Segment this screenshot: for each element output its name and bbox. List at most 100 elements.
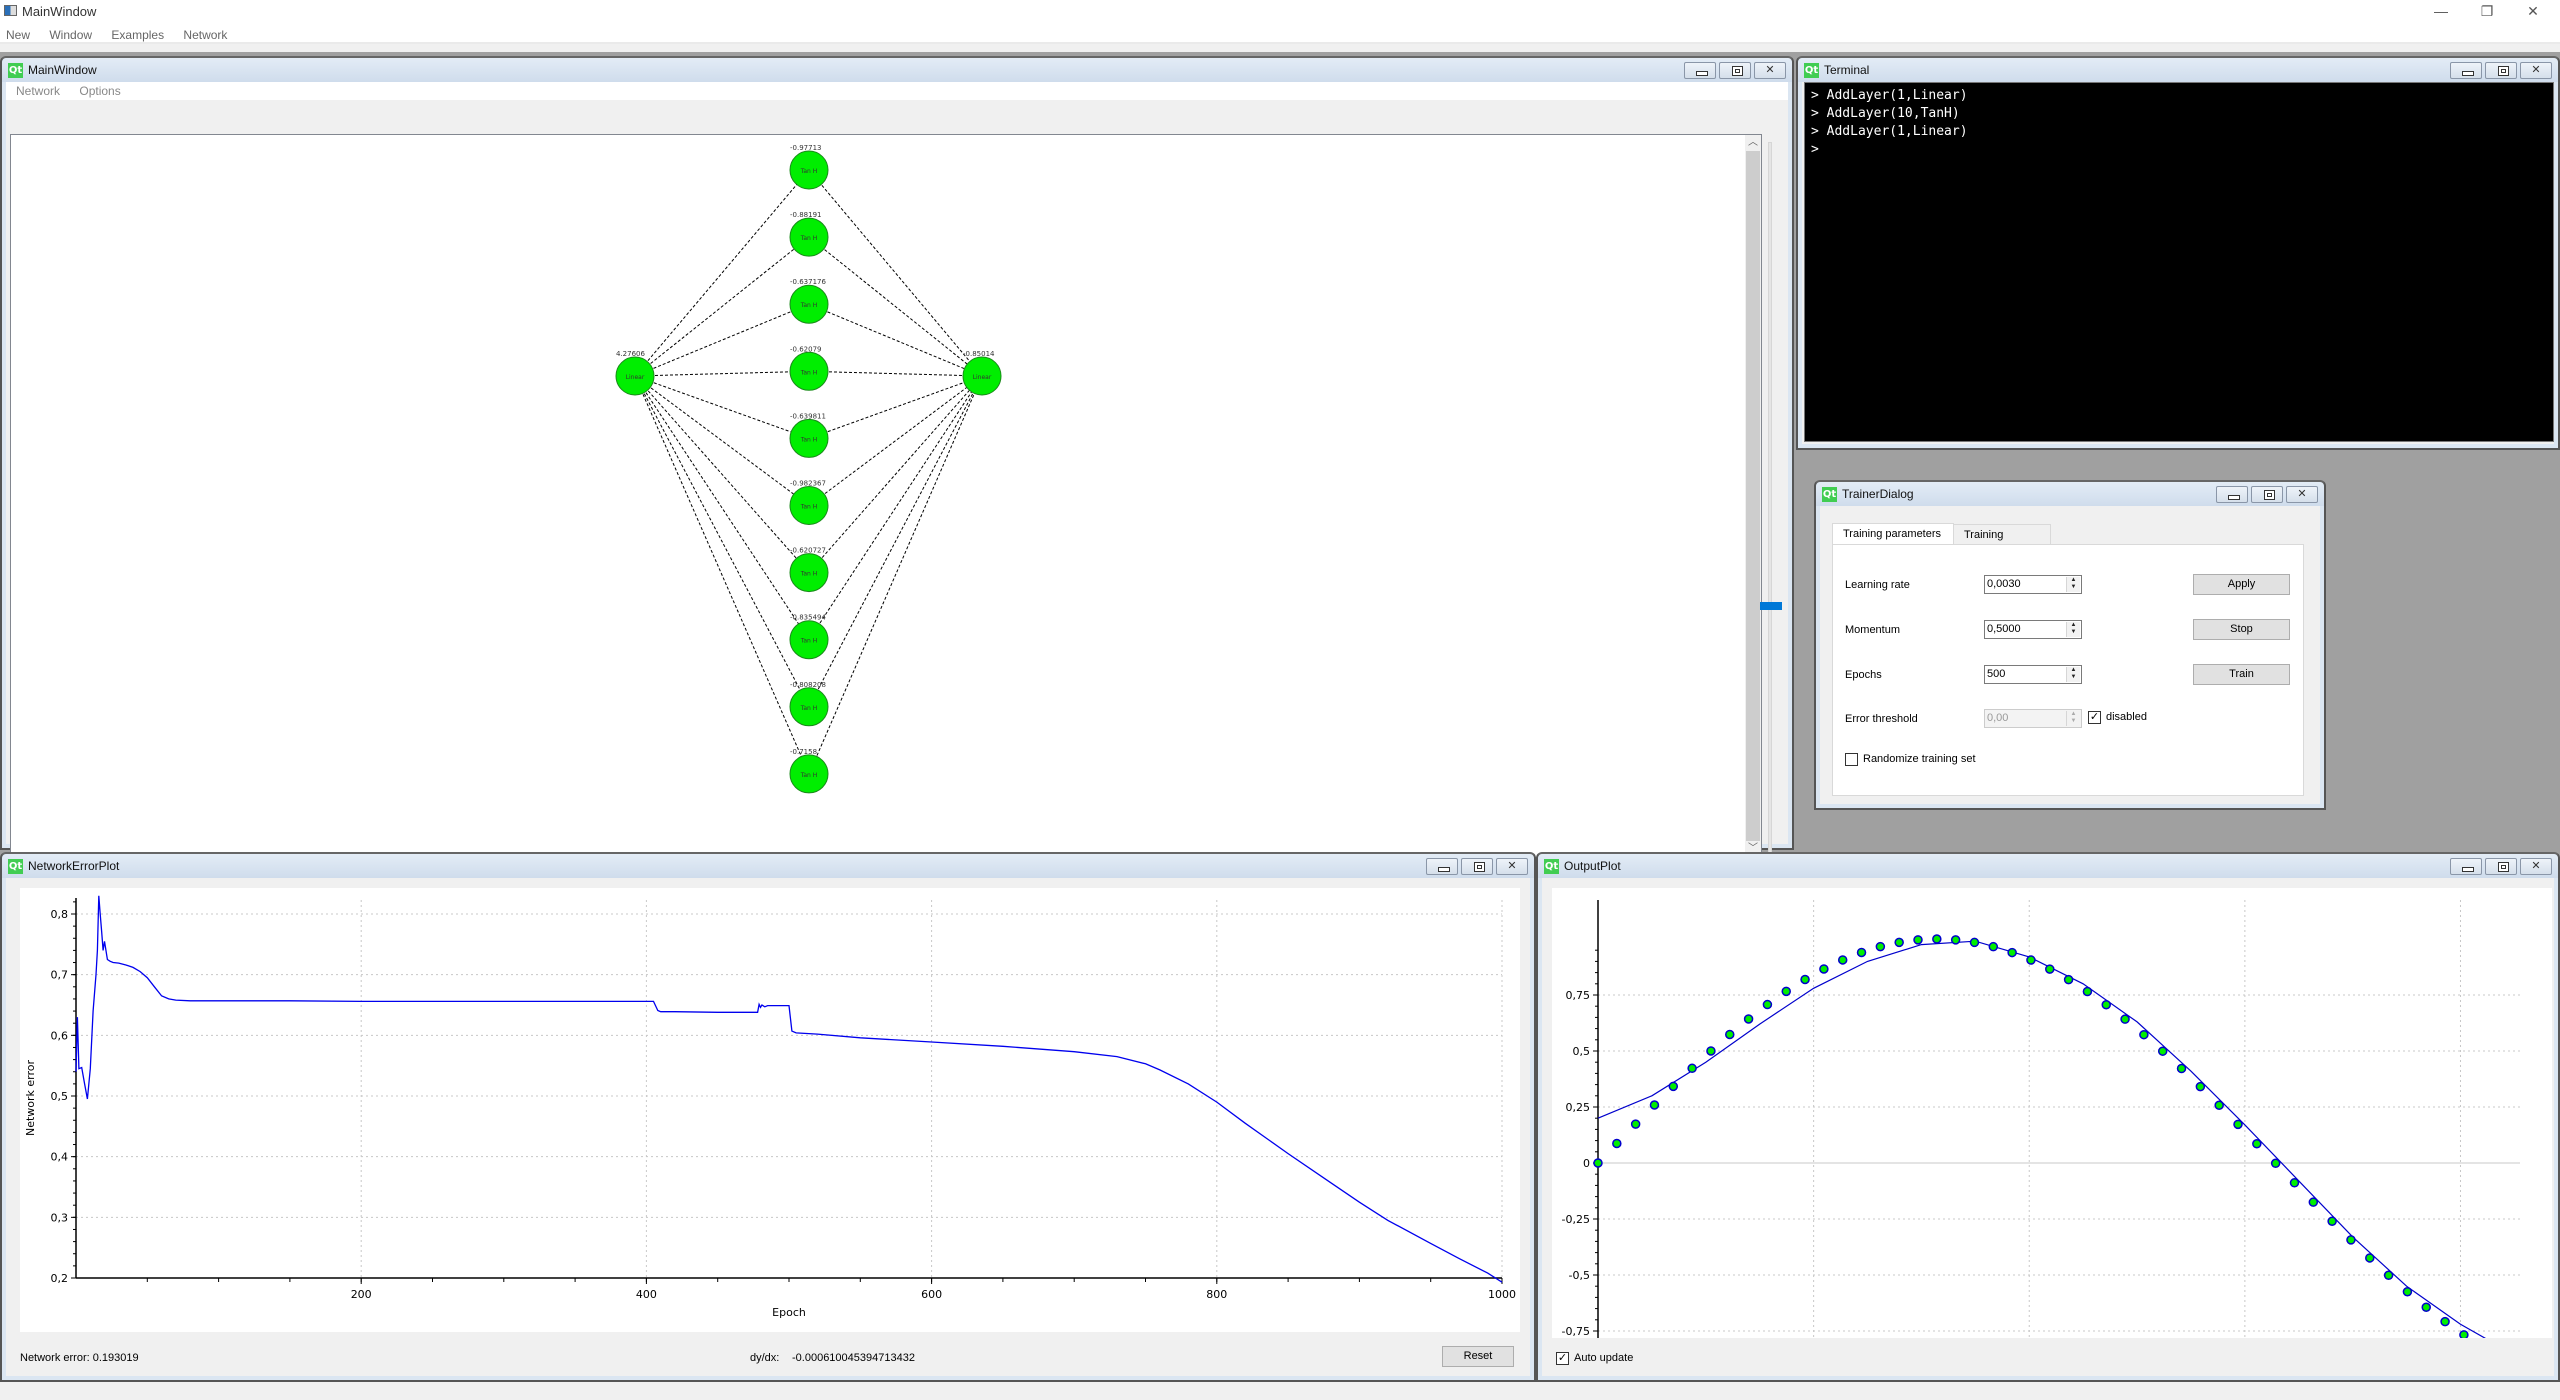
connection-edge (808, 169, 983, 377)
error-threshold-spinbox: 0,00 ▲ ▼ (1984, 709, 2082, 728)
y-tick-label: -0,75 (1562, 1325, 1590, 1338)
spin-down-icon[interactable]: ▼ (2067, 584, 2080, 591)
maximize-button[interactable] (2251, 486, 2283, 503)
close-window-button[interactable]: ✕ (2510, 0, 2556, 24)
vertical-scroll-thumb[interactable] (1746, 151, 1760, 841)
error-line (75, 895, 1503, 1283)
spin-up-icon[interactable]: ▲ (2067, 577, 2080, 584)
scroll-up-icon[interactable]: ︿ (1745, 135, 1761, 151)
minimize-button[interactable] (2450, 858, 2482, 875)
connection-edge (634, 375, 810, 573)
minimize-button[interactable] (1684, 62, 1716, 79)
hidden-neuron[interactable]: Tan H -0.835494 (789, 614, 829, 660)
terminal-console[interactable]: > AddLayer(1,Linear) > AddLayer(10,TanH)… (1804, 82, 2554, 442)
learning-rate-spinbox[interactable]: 0,0030 ▲ ▼ (1984, 575, 2082, 594)
hidden-neuron[interactable]: Tan H -0.62079 (789, 345, 829, 391)
disabled-checkbox[interactable]: ✓ (2088, 711, 2101, 724)
main-subwindow-titlebar[interactable]: Qt MainWindow ✕ (2, 58, 1792, 82)
hidden-neuron[interactable]: Tan H -0.88191 (789, 211, 829, 257)
close-button[interactable]: ✕ (1496, 858, 1528, 875)
randomize-training-set-checkbox[interactable] (1845, 753, 1858, 766)
menu-examples[interactable]: Examples (103, 26, 172, 44)
spin-up-icon[interactable]: ▲ (2067, 667, 2080, 674)
restore-window-button[interactable]: ❐ (2464, 0, 2510, 24)
reset-button[interactable]: Reset (1442, 1346, 1514, 1367)
training-point (2308, 1197, 2319, 1207)
hidden-neuron[interactable]: Tan H -0.637176 (789, 278, 829, 324)
epochs-spinbox[interactable]: 500 ▲ ▼ (1984, 665, 2082, 684)
training-point (1894, 937, 1904, 948)
neuron-activation-label: Tan H (800, 235, 818, 242)
maximize-button[interactable] (1461, 858, 1493, 875)
x-tick-label: 400 (636, 1288, 657, 1301)
y-tick-label: -0,25 (1562, 1213, 1590, 1226)
close-button[interactable]: ✕ (1754, 62, 1786, 79)
connection-edge (808, 375, 983, 640)
spin-down-icon[interactable]: ▼ (2067, 674, 2080, 681)
momentum-value: 0,5000 (1987, 623, 2021, 635)
y-tick-label: 0,25 (1566, 1101, 1591, 1114)
network-error-plot-titlebar[interactable]: Qt NetworkErrorPlot ✕ (2, 854, 1534, 878)
menu-network-inner[interactable]: Network (6, 82, 68, 100)
close-icon: ✕ (1765, 64, 1775, 76)
zoom-slider-handle[interactable] (1760, 602, 1782, 611)
terminal-prompt[interactable]: > (1811, 141, 2547, 159)
train-button[interactable]: Train (2193, 664, 2290, 685)
tab-training-parameters[interactable]: Training parameters (1832, 523, 1954, 544)
trainer-dialog-titlebar[interactable]: Qt TrainerDialog ✕ (1816, 482, 2324, 506)
menu-new[interactable]: New (0, 26, 38, 44)
close-button[interactable]: ✕ (2520, 62, 2552, 79)
app-title: MainWindow (22, 4, 97, 19)
y-tick-label: 0,8 (51, 908, 69, 921)
learning-rate-label: Learning rate (1845, 579, 1910, 591)
maximize-button[interactable] (1719, 62, 1751, 79)
network-graph-view[interactable]: Linear 4.27606 Tan H -0.97713 Tan H -0.88191 T… (10, 134, 1762, 874)
qt-logo-icon: Qt (1544, 859, 1559, 874)
vertical-scrollbar[interactable]: ︿ ﹀ (1745, 135, 1761, 857)
app-menubar: New Window Examples Network (0, 26, 2560, 44)
maximize-icon (1462, 859, 1492, 874)
menu-network[interactable]: Network (175, 26, 235, 44)
menu-window[interactable]: Window (41, 26, 100, 44)
apply-button[interactable]: Apply (2193, 574, 2290, 595)
hidden-neuron[interactable]: Tan H -0.620727 (789, 547, 829, 593)
zoom-slider[interactable] (1760, 142, 1782, 866)
connection-edge (808, 375, 983, 573)
output-plot-titlebar[interactable]: Qt OutputPlot ✕ (1538, 854, 2558, 878)
minimize-button[interactable] (2216, 486, 2248, 503)
spin-up-icon[interactable]: ▲ (2067, 622, 2080, 629)
hidden-neuron[interactable]: Tan H -0.982367 (789, 480, 829, 525)
momentum-spinbox[interactable]: 0,5000 ▲ ▼ (1984, 620, 2082, 639)
output-plot-canvas[interactable]: -0,75-0,5-0,2500,250,50,7501234 (1552, 888, 2552, 1381)
maximize-button[interactable] (2485, 858, 2517, 875)
training-point (1762, 999, 1773, 1010)
error-plot-canvas[interactable]: 0,2 0,3 0,4 0,5 0,6 0,7 0,8 200 400 600 800 1000 Epo… (20, 888, 1520, 1332)
output-neuron[interactable]: Linear -0.85014 (962, 350, 1002, 396)
hidden-neuron[interactable]: Tan H -0.639811 (789, 412, 829, 458)
menu-options[interactable]: Options (71, 82, 128, 100)
hidden-neuron[interactable]: Tan H -0.7158 (789, 748, 829, 794)
main-subwindow-title: MainWindow (28, 63, 97, 77)
minimize-window-button[interactable]: — (2418, 0, 2464, 24)
neuron-activation-label: Tan H (800, 504, 818, 511)
input-neuron[interactable]: Linear 4.27606 (615, 350, 655, 396)
terminal-titlebar[interactable]: Qt Terminal ✕ (1798, 58, 2558, 82)
tab-training-method[interactable]: Training method (1953, 524, 2051, 561)
spin-down-icon[interactable]: ▼ (2067, 629, 2080, 636)
minimize-icon (2217, 487, 2247, 502)
neuron-value-label: -0.62079 (790, 345, 821, 353)
y-axis-label: Network error (24, 1059, 37, 1136)
neuron-activation-label: Linear (973, 374, 992, 381)
trainer-dialog: Qt TrainerDialog ✕ Training parameters T… (1814, 480, 2326, 810)
close-button[interactable]: ✕ (2286, 486, 2318, 503)
connection-edge (634, 375, 810, 708)
x-tick-label: 1000 (1488, 1288, 1516, 1301)
minimize-button[interactable] (2450, 62, 2482, 79)
hidden-neuron[interactable]: Tan H -0.808208 (789, 681, 829, 727)
close-button[interactable]: ✕ (2520, 858, 2552, 875)
minimize-button[interactable] (1426, 858, 1458, 875)
hidden-neuron[interactable]: Tan H -0.97713 (789, 144, 829, 190)
maximize-button[interactable] (2485, 62, 2517, 79)
auto-update-checkbox[interactable]: ✓ (1556, 1352, 1569, 1365)
stop-button[interactable]: Stop (2193, 619, 2290, 640)
